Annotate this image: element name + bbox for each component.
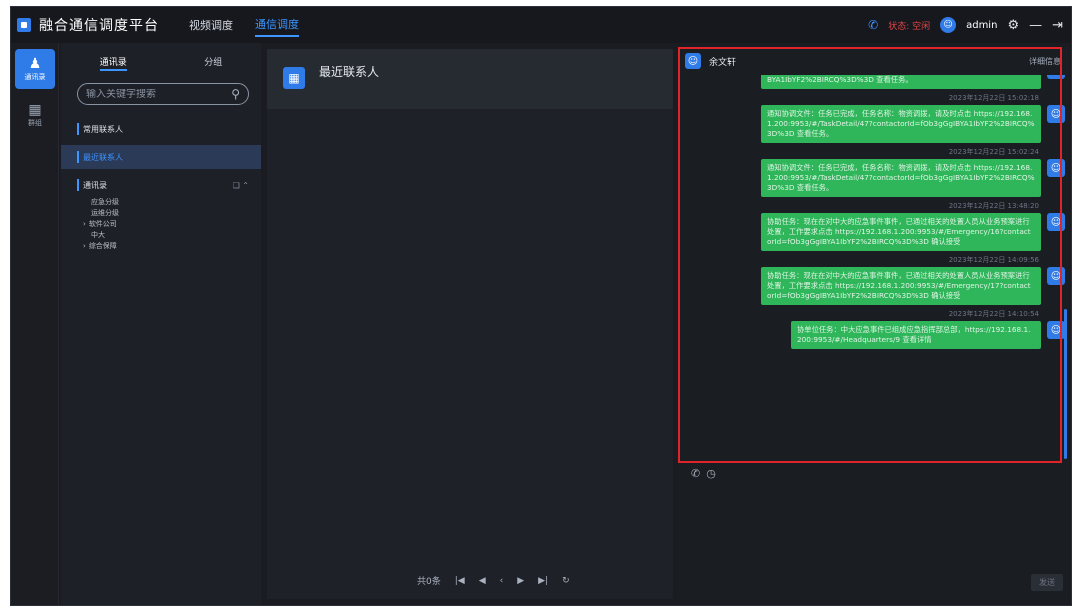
tree-item[interactable]: 应急分级 [61, 197, 261, 208]
message: 协助任务：现在在对中大的应急事件事件，已通过相关的处置人员从业务预案进行处置，工… [677, 267, 1069, 305]
contacts-panel: 通讯录 分组 ⚲ 常用联系人 最近联系人 通讯录 ❏ ⌃ 应急分级 运维分级 软… [61, 43, 261, 605]
message: 通知协调文件：任务已完成，任务名称：物资调拨，请及时点击 https://192… [677, 105, 1069, 143]
prev-page-icon[interactable]: ◀ [479, 576, 486, 586]
message-time: 2023年12月22日 15:02:24 [948, 148, 1039, 156]
first-page-icon[interactable]: |◀ [455, 576, 465, 586]
group-frequent[interactable]: 常用联系人 [61, 117, 261, 141]
message: 通知协调文件：任务已完成，任务名称：物资调拨，请及时点击 https://192… [677, 159, 1069, 197]
message: 协助任务：现在在对中大的应急事件事件，已通过相关的处置人员从业务预案进行处置，工… [677, 213, 1069, 251]
app-logo-icon [17, 18, 31, 32]
user-avatar-icon[interactable]: ☺ [940, 17, 957, 33]
group-directory-label: 通讯录 [83, 180, 107, 190]
rail-contacts-label: 通讯录 [24, 73, 46, 81]
left-rail: ♟ 通讯录 ▦ 群组 [11, 43, 59, 605]
message-text: 通知协调文件：任务已完成，任务名称：物资调拨，请及时点击 https://192… [761, 159, 1041, 197]
group-recent[interactable]: 最近联系人 [61, 145, 261, 169]
rail-groups-label: 群组 [28, 119, 42, 127]
message-time: 2023年12月22日 13:48:20 [948, 202, 1039, 210]
contacts-tabs: 通讯录 分组 [61, 43, 261, 71]
send-button[interactable]: 发送 [1031, 574, 1063, 591]
logout-icon[interactable]: ⇥ [1052, 18, 1063, 33]
user-name[interactable]: admin [966, 20, 997, 31]
message: 点击 https://192.168.1.200:9953/#/TaskDeta… [677, 75, 1069, 89]
message-list[interactable]: 点击 https://192.168.1.200:9953/#/TaskDeta… [677, 75, 1069, 445]
sender-avatar-icon: ☺ [1047, 159, 1065, 177]
recent-header: ▦ 最近联系人 [267, 49, 673, 109]
settings-gear-icon[interactable]: ⚙ [1007, 18, 1019, 33]
search-icon[interactable]: ⚲ [231, 87, 240, 101]
chat-panel: ☺ 余文轩 详细信息 点击 https://192.168.1.200:9953… [677, 49, 1069, 599]
tab-groups[interactable]: 分组 [204, 55, 222, 71]
building-icon: ▦ [28, 102, 42, 118]
pager: 共0条 |◀ ◀ ‹ ▶ ▶| ↻ [417, 574, 570, 588]
search-box: ⚲ [77, 83, 249, 105]
chat-detail-link[interactable]: 详细信息 [1029, 56, 1061, 67]
minimize-icon[interactable]: — [1029, 18, 1042, 33]
tab-contacts[interactable]: 通讯录 [99, 55, 127, 71]
top-right-tools: ✆ 状态: 空闲 ☺ admin ⚙ — ⇥ [868, 7, 1063, 43]
app-title: 融合通信调度平台 [39, 18, 159, 34]
tree-item[interactable]: 软件公司 [61, 219, 261, 230]
rail-contacts[interactable]: ♟ 通讯录 [15, 49, 55, 89]
group-directory[interactable]: 通讯录 ❏ ⌃ [61, 173, 261, 197]
history-clock-icon[interactable]: ◷ [706, 467, 716, 480]
message-text: 协单位任务：中大应急事件已组成应急指挥部总部，https://192.168.1… [791, 321, 1041, 349]
message: 协单位任务：中大应急事件已组成应急指挥部总部，https://192.168.1… [677, 321, 1069, 349]
tree-item[interactable]: 中大 [61, 230, 261, 241]
top-bar: 融合通信调度平台 视频调度 通信调度 ✆ 状态: 空闲 ☺ admin ⚙ — … [11, 7, 1071, 43]
rail-groups[interactable]: ▦ 群组 [15, 95, 55, 135]
collapse-chevron-icon[interactable]: ❏ ⌃ [233, 181, 249, 190]
page-number: ‹ [499, 575, 504, 586]
app-window: 融合通信调度平台 视频调度 通信调度 ✆ 状态: 空闲 ☺ admin ⚙ — … [10, 6, 1072, 606]
search-input[interactable] [86, 88, 232, 100]
sender-avatar-icon: ☺ [1047, 213, 1065, 231]
phone-icon[interactable]: ✆ [868, 18, 878, 32]
message-text: 点击 https://192.168.1.200:9953/#/TaskDeta… [761, 75, 1041, 89]
chat-tools: ✆ ◷ [691, 467, 716, 480]
sender-avatar-icon: ☺ [1047, 321, 1065, 339]
sender-avatar-icon: ☺ [1047, 105, 1065, 123]
message-time: 2023年12月22日 14:10:54 [948, 310, 1039, 318]
message-text: 协助任务：现在在对中大的应急事件事件，已通过相关的处置人员从业务预案进行处置，工… [761, 267, 1041, 305]
person-icon: ♟ [28, 56, 42, 72]
chat-scrollbar[interactable] [1064, 309, 1067, 459]
chat-header: ☺ 余文轩 详细信息 [677, 49, 1069, 73]
message-text: 通知协调文件：任务已完成，任务名称：物资调拨，请及时点击 https://192… [761, 105, 1041, 143]
line-status: 状态: 空闲 [888, 21, 931, 32]
tree-item[interactable]: 综合保障 [61, 241, 261, 252]
message-time: 2023年12月22日 15:02:18 [948, 94, 1039, 102]
sender-avatar-icon: ☺ [1047, 267, 1065, 285]
last-page-icon[interactable]: ▶| [538, 576, 548, 586]
building-icon: ▦ [283, 67, 305, 89]
phone-icon[interactable]: ✆ [691, 467, 700, 480]
message-text: 协助任务：现在在对中大的应急事件事件，已通过相关的处置人员从业务预案进行处置，工… [761, 213, 1041, 251]
contact-avatar-icon: ☺ [685, 53, 701, 69]
tree-item[interactable]: 运维分级 [61, 208, 261, 219]
message-time: 2023年12月22日 14:09:56 [948, 256, 1039, 264]
chat-contact-name: 余文轩 [709, 57, 737, 68]
pager-total: 共0条 [417, 577, 441, 587]
nav-video-dispatch[interactable]: 视频调度 [189, 14, 233, 36]
next-page-icon[interactable]: ▶ [517, 576, 524, 586]
recent-contacts-panel: ▦ 最近联系人 共0条 |◀ ◀ ‹ ▶ ▶| ↻ [267, 49, 673, 599]
nav-comm-dispatch[interactable]: 通信调度 [255, 13, 299, 37]
sender-avatar-icon: ☺ [1047, 75, 1065, 79]
refresh-icon[interactable]: ↻ [562, 576, 570, 586]
recent-title: 最近联系人 [319, 65, 380, 79]
